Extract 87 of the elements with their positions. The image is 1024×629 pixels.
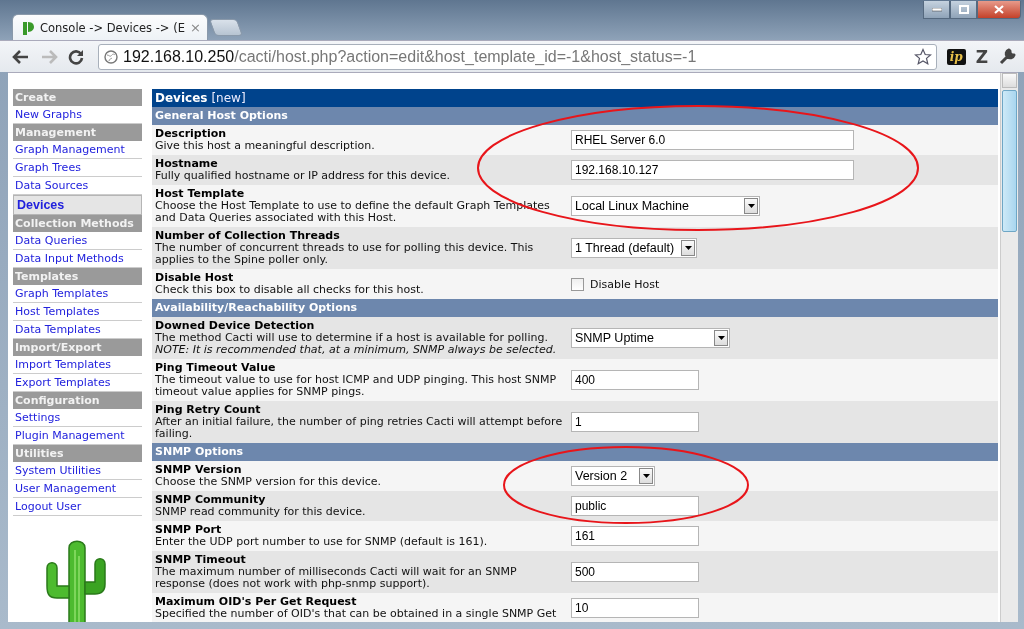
dropdown-arrow-icon bbox=[747, 204, 755, 208]
checkbox-label[interactable]: Disable Host bbox=[590, 277, 660, 291]
field-description: The method Cacti will use to determine if a host is available for polling. bbox=[155, 332, 549, 344]
text-field[interactable]: 400 bbox=[571, 370, 699, 390]
menu-item[interactable]: User Management bbox=[13, 480, 142, 498]
field-description: The timeout value to use for host ICMP and UDP pinging. This host SNMP timeout value applies for SNMP pings. bbox=[155, 374, 558, 398]
field-description: The maximum number of milliseconds Cacti will wait for an SNMP response (does not work with php-snmp support). bbox=[155, 566, 518, 590]
field-description: Fully qualified hostname or IP address for this device. bbox=[155, 170, 451, 182]
minimize-button[interactable] bbox=[923, 1, 950, 19]
field-description: Enter the UDP port number to use for SNMP (default is 161). bbox=[155, 536, 489, 548]
url-text: 192.168.10.250/cacti/host.php?action=edit&host_template_id=-1&host_status=-1 bbox=[123, 47, 698, 66]
field-label: SNMP Version bbox=[155, 464, 243, 476]
form-title: Devices bbox=[155, 91, 208, 105]
star-icon[interactable] bbox=[913, 47, 932, 66]
field-label: Ping Timeout Value bbox=[155, 362, 277, 374]
back-arrow-icon[interactable] bbox=[12, 48, 30, 65]
field-label: Description bbox=[155, 128, 228, 140]
address-bar[interactable]: 192.168.10.250/cacti/host.php?action=edit&host_template_id=-1&host_status=-1 bbox=[98, 43, 937, 70]
field-label: Downed Device Detection bbox=[155, 320, 316, 332]
dropdown-arrow-icon bbox=[717, 336, 725, 340]
text-field[interactable]: 500 bbox=[571, 562, 699, 582]
tab-close-button[interactable]: × bbox=[189, 20, 201, 35]
maximize-icon bbox=[958, 5, 969, 14]
text-field[interactable]: 161 bbox=[571, 526, 699, 546]
section-header: Availability/Reachability Options bbox=[152, 299, 998, 317]
dropdown[interactable]: SNMP Uptime bbox=[571, 328, 730, 348]
menu-heading: Collection Methods bbox=[13, 215, 142, 232]
field-label: Number of Collection Threads bbox=[155, 230, 341, 242]
globe-icon[interactable] bbox=[104, 49, 118, 64]
menu-item[interactable]: Graph Trees bbox=[13, 159, 142, 177]
tab-title: Console -> Devices -> (E bbox=[40, 20, 185, 35]
section-header: General Host Options bbox=[152, 107, 998, 125]
text-field[interactable]: public bbox=[571, 496, 699, 516]
menu-item[interactable]: Logout User bbox=[13, 498, 142, 516]
wrench-icon[interactable] bbox=[998, 47, 1016, 66]
browser-tab[interactable]: Console -> Devices -> (E × bbox=[12, 14, 208, 40]
field-description: The number of concurrent threads to use for polling this device. This applies to the Spine poller only. bbox=[155, 242, 535, 266]
field-description: After an initial failure, the number of ping retries Cacti will attempt before failing. bbox=[155, 416, 564, 440]
dropdown[interactable]: Version 2 bbox=[571, 466, 655, 486]
menu-heading: Management bbox=[13, 124, 142, 141]
field-label: Host Template bbox=[155, 188, 246, 200]
reload-icon[interactable] bbox=[68, 48, 84, 65]
field-note: NOTE: It is recommended that, at a minimum, SNMP always be selected. bbox=[155, 344, 558, 356]
menu-item[interactable]: System Utilities bbox=[13, 462, 142, 480]
menu-heading: Configuration bbox=[13, 392, 142, 409]
field-description: SNMP read community for this device. bbox=[155, 506, 367, 518]
section-header: SNMP Options bbox=[152, 443, 998, 461]
menu-heading: Create bbox=[13, 89, 142, 106]
menu-item[interactable]: Settings bbox=[13, 409, 142, 427]
menu-heading: Templates bbox=[13, 268, 142, 285]
menu-item[interactable]: Graph Management bbox=[13, 141, 142, 159]
field-label: SNMP Community bbox=[155, 494, 267, 506]
dropdown-arrow-icon bbox=[642, 474, 650, 478]
menu-item[interactable]: Graph Templates bbox=[13, 285, 142, 303]
field-label: Hostname bbox=[155, 158, 219, 170]
menu-heading: Utilities bbox=[13, 445, 142, 462]
maximize-button[interactable] bbox=[950, 1, 977, 19]
text-field[interactable]: 192.168.10.127 bbox=[571, 160, 854, 180]
text-field[interactable]: 1 bbox=[571, 412, 699, 432]
menu-item[interactable]: Host Templates bbox=[13, 303, 142, 321]
field-label: SNMP Port bbox=[155, 524, 223, 536]
dropdown[interactable]: 1 Thread (default) bbox=[571, 238, 697, 258]
text-field[interactable]: 10 bbox=[571, 598, 699, 618]
menu-item[interactable]: Import Templates bbox=[13, 356, 142, 374]
field-description: Choose the SNMP version for this device. bbox=[155, 476, 383, 488]
field-label: Maximum OID's Per Get Request bbox=[155, 596, 358, 608]
field-label: Disable Host bbox=[155, 272, 235, 284]
field-description: Check this box to disable all checks for this host. bbox=[155, 284, 425, 296]
scrollbar[interactable] bbox=[1000, 73, 1018, 622]
close-icon bbox=[994, 5, 1004, 14]
close-button[interactable] bbox=[977, 1, 1021, 19]
field-description: Specified the number of OID's that can be obtained in a single SNMP Get bbox=[155, 608, 558, 620]
dropdown-arrow-icon bbox=[684, 246, 692, 250]
checkbox[interactable] bbox=[571, 277, 584, 291]
extension-button[interactable]: ip bbox=[946, 48, 966, 65]
dropdown[interactable]: Local Linux Machine bbox=[571, 196, 760, 216]
text-field[interactable]: RHEL Server 6.0 bbox=[571, 130, 854, 150]
minimize-icon bbox=[931, 7, 942, 12]
new-tab-button[interactable] bbox=[208, 19, 243, 36]
menu-heading: Import/Export bbox=[13, 339, 142, 356]
extension-button[interactable]: Z bbox=[975, 46, 988, 67]
field-label: Ping Retry Count bbox=[155, 404, 262, 416]
menu-item[interactable]: Devices bbox=[13, 195, 142, 215]
field-description: Give this host a meaningful description. bbox=[155, 140, 376, 152]
form-title-suffix: [new] bbox=[211, 91, 246, 105]
field-label: SNMP Timeout bbox=[155, 554, 247, 566]
menu-item[interactable]: Data Queries bbox=[13, 232, 142, 250]
